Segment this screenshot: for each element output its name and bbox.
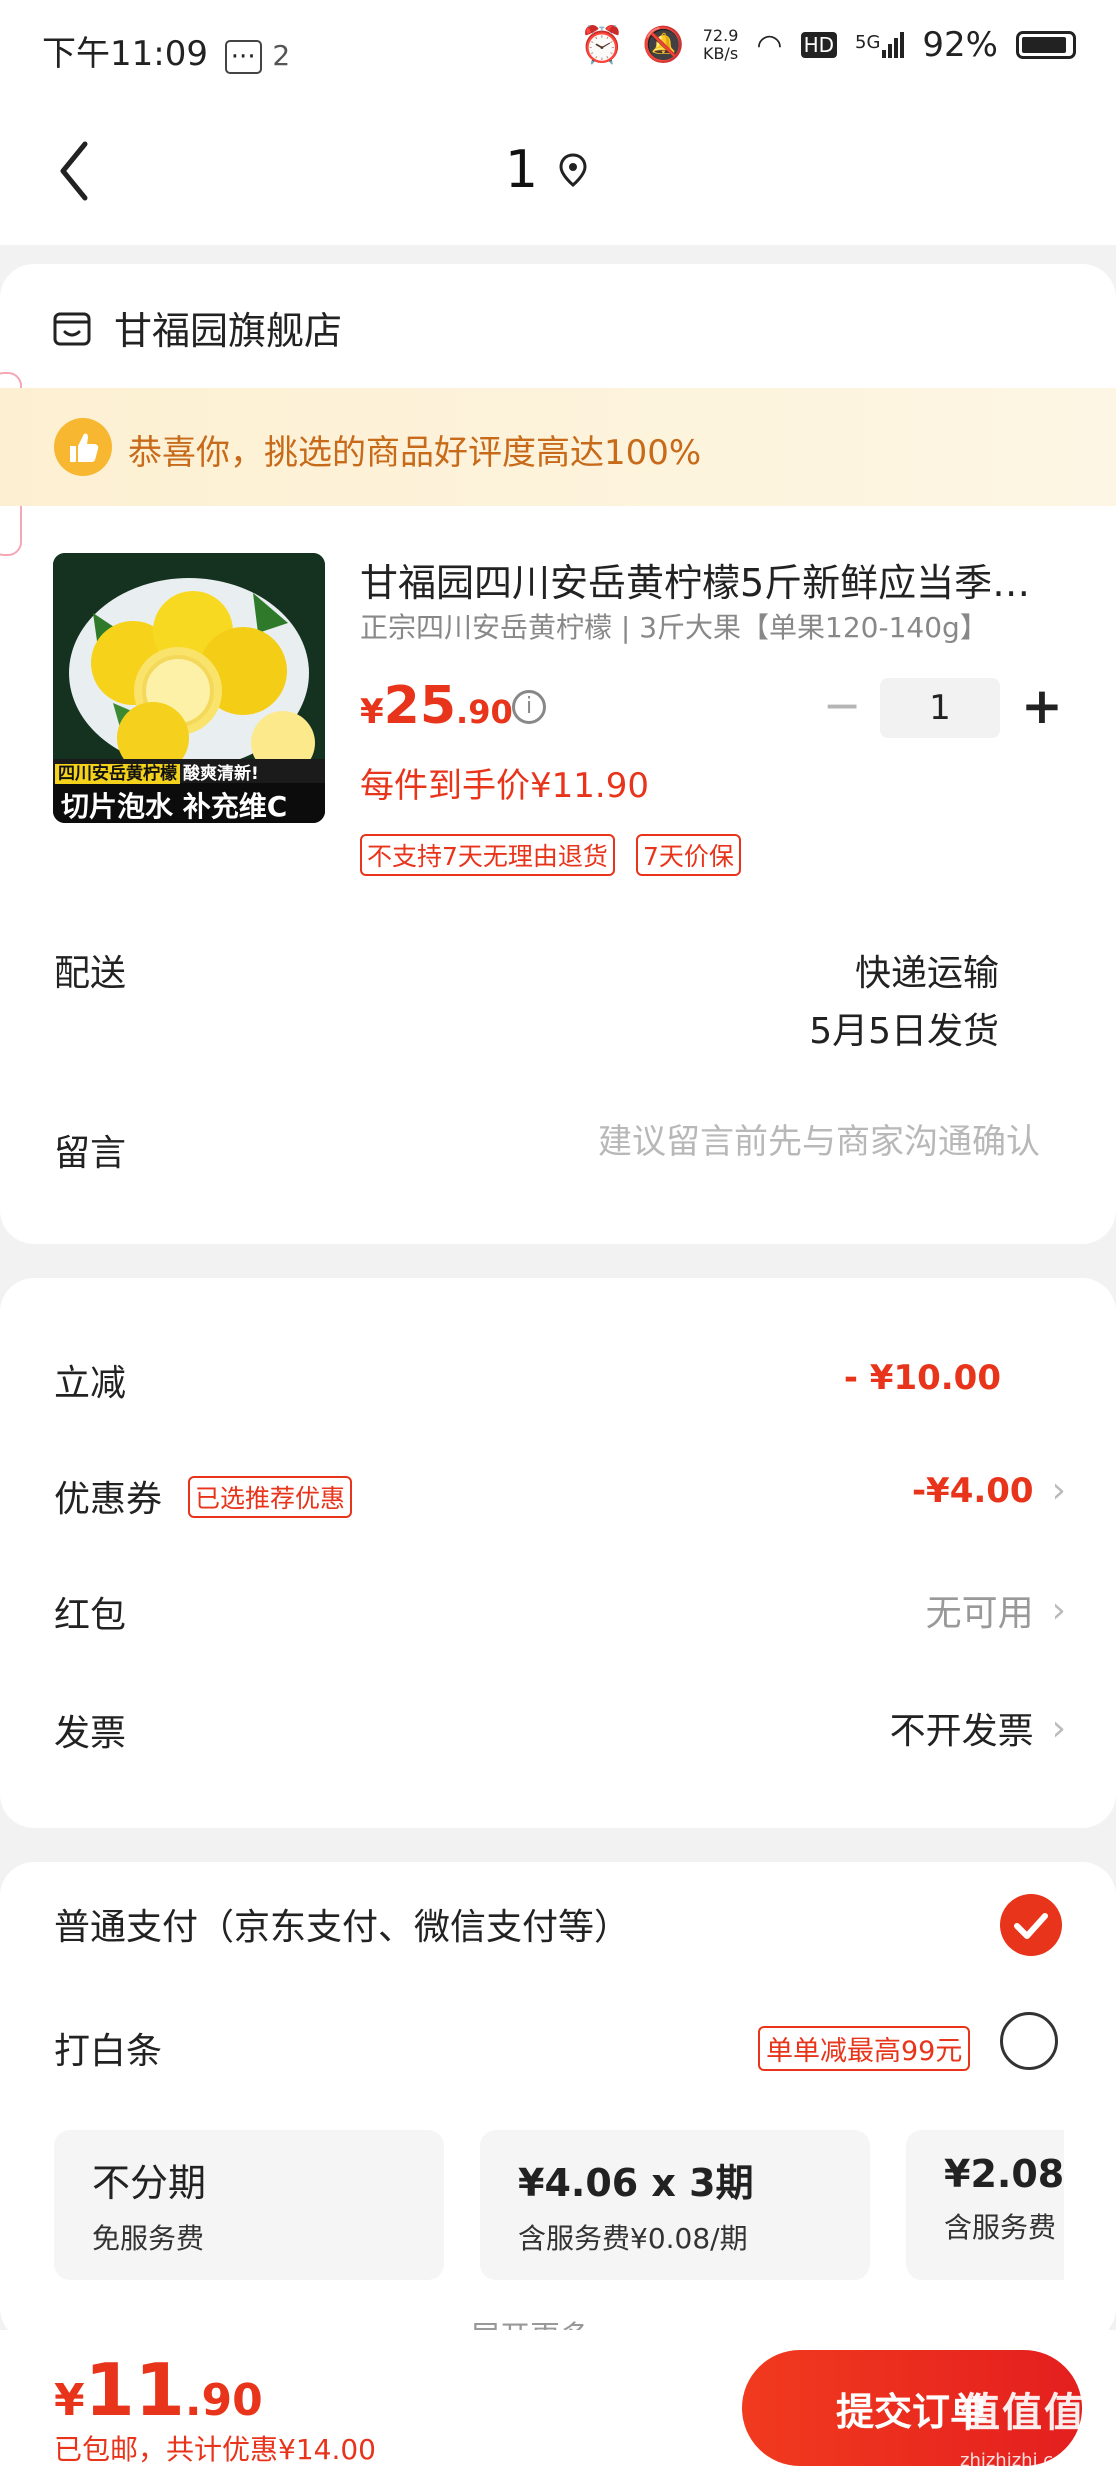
address-count: 1 xyxy=(505,140,539,200)
chevron-right-icon: › xyxy=(1051,1470,1066,1511)
normal-pay-radio[interactable] xyxy=(1000,1894,1062,1956)
baitiao-label[interactable]: 打白条 xyxy=(54,2022,162,2074)
total-savings: 已包邮，共计优惠¥14.00 xyxy=(54,2433,376,2466)
battery-percent: 92% xyxy=(922,25,998,65)
chevron-right-icon: › xyxy=(1051,1589,1066,1631)
redpacket-row-value[interactable]: 无可用 › xyxy=(926,1584,1066,1636)
delivery-date: 5月5日发货 xyxy=(809,1011,999,1052)
baitiao-radio[interactable] xyxy=(1000,2012,1058,2070)
invoice-row-value[interactable]: 不开发票 › xyxy=(890,1702,1066,1754)
quantity-value[interactable]: 1 xyxy=(880,678,1000,738)
quantity-increase-button[interactable]: + xyxy=(1020,676,1064,736)
product-price: ¥25.90 xyxy=(360,676,513,736)
invoice-value: 不开发票 xyxy=(889,1711,1034,1752)
coupon-row-value[interactable]: -¥4.00 › xyxy=(912,1470,1066,1511)
alarm-icon: ⏰ xyxy=(579,25,625,66)
delivery-method[interactable]: 快递运输 xyxy=(855,944,999,996)
store-name: 甘福园旗舰店 xyxy=(114,309,343,353)
battery-icon xyxy=(1016,31,1076,59)
signal-icon: 5G xyxy=(855,32,905,58)
notification-count: 2 xyxy=(272,39,291,72)
location-pin-icon[interactable] xyxy=(558,153,588,187)
message-input[interactable] xyxy=(480,1112,1040,1172)
watermark-logo: 值值值 xyxy=(960,2390,1086,2436)
plan-option[interactable]: ¥2.08 x 含服务费 xyxy=(906,2130,1064,2280)
redpacket-label: 红包 xyxy=(54,1595,127,1636)
installment-plans: 不分期 免服务费 ¥4.06 x 3期 含服务费¥0.08/期 ¥2.08 x … xyxy=(54,2130,1064,2280)
price-info-icon[interactable]: i xyxy=(512,690,546,724)
plan-option[interactable]: ¥4.06 x 3期 含服务费¥0.08/期 xyxy=(480,2130,870,2280)
delivery-label: 配送 xyxy=(54,953,127,994)
price-protect-tag: 7天价保 xyxy=(636,834,741,876)
thumbs-up-icon xyxy=(54,418,112,476)
image-caption-top: 四川安岳黄柠檬 酸爽清新! xyxy=(55,759,262,784)
baitiao-promo-tag: 单单减最高99元 xyxy=(758,2026,971,2071)
mute-bell-icon: 🔕 xyxy=(642,25,685,65)
invoice-label: 发票 xyxy=(54,1713,127,1754)
image-caption-bottom: 切片泡水 补充维C xyxy=(61,790,288,823)
direct-discount-label: 立减 xyxy=(54,1363,127,1404)
product-spec: 正宗四川安岳黄柠檬 | 3斤大果【单果120-140g】 xyxy=(360,611,988,644)
final-unit-price: 每件到手价¥11.90 xyxy=(360,766,649,806)
wifi-icon: ◠ xyxy=(756,27,783,63)
message-label: 留言 xyxy=(54,1133,127,1174)
status-time: 下午11:09 ··· 2 xyxy=(42,26,290,75)
page-title: 1 xyxy=(505,140,588,200)
net-speed: 72.9 KB/s xyxy=(702,26,739,63)
product-image[interactable]: 四川安岳黄柠檬 酸爽清新! 切片泡水 补充维C xyxy=(53,553,325,823)
plan-option[interactable]: 不分期 免服务费 xyxy=(54,2130,444,2280)
total-price: ¥11.90 xyxy=(54,2348,263,2432)
store-header[interactable]: 甘福园旗舰店 xyxy=(52,300,342,355)
checkmark-icon xyxy=(1014,1913,1048,1939)
product-title[interactable]: 甘福园四川安岳黄柠檬5斤新鲜应当季… xyxy=(360,552,1060,607)
direct-discount-value: - ¥10.00 xyxy=(843,1358,1001,1398)
status-icons: ⏰ 🔕 72.9 KB/s ◠ HD 5G 92% xyxy=(580,24,1076,66)
quantity-decrease-button[interactable]: − xyxy=(822,680,862,730)
coupon-recommend-tag: 已选推荐优惠 xyxy=(188,1476,353,1518)
store-icon xyxy=(53,312,91,345)
redpacket-value: 无可用 xyxy=(925,1593,1034,1634)
coupon-label: 优惠券 xyxy=(54,1479,163,1520)
watermark-url: zhizhizhi.com xyxy=(960,2450,1082,2471)
chevron-right-icon: › xyxy=(1051,1707,1066,1749)
message-icon: ··· xyxy=(224,40,262,74)
rating-banner-text: 恭喜你，挑选的商品好评度高达100% xyxy=(128,433,702,473)
clock-text: 下午11:09 xyxy=(42,34,208,74)
normal-pay-label[interactable]: 普通支付（京东支付、微信支付等） xyxy=(54,1898,630,1950)
hd-badge: HD xyxy=(800,32,838,58)
coupon-value: -¥4.00 xyxy=(911,1470,1034,1511)
no-return-tag: 不支持7天无理由退货 xyxy=(360,834,615,876)
back-arrow-icon[interactable] xyxy=(55,140,95,202)
